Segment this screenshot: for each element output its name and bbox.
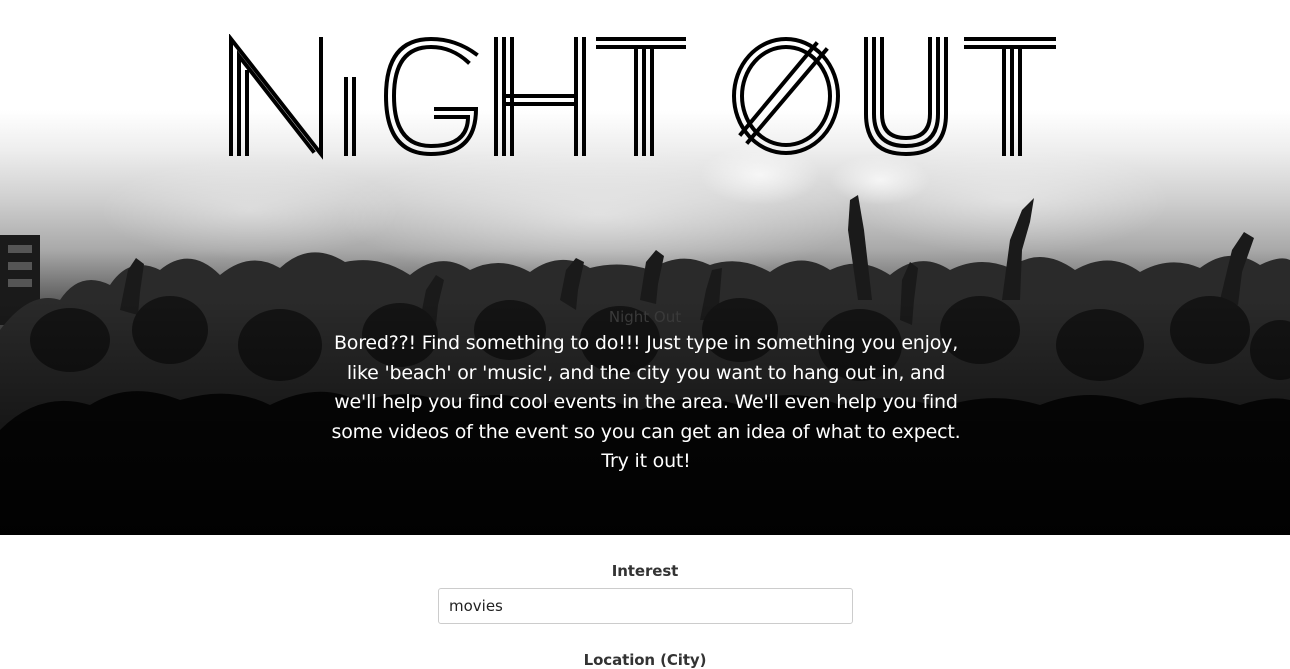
interest-label: Interest bbox=[611, 562, 679, 580]
hero-description: Bored??! Find something to do!!! Just ty… bbox=[331, 332, 961, 473]
night-out-logo bbox=[229, 34, 1056, 160]
search-form: Interest Location (City) bbox=[0, 535, 1290, 669]
page: Night Out Bored??! Find something to do!… bbox=[0, 0, 1290, 669]
interest-input[interactable] bbox=[438, 588, 853, 624]
hero-heading: Night Out bbox=[608, 308, 682, 326]
location-label: Location (City) bbox=[583, 651, 707, 669]
hero-banner: Night Out Bored??! Find something to do!… bbox=[0, 0, 1290, 535]
